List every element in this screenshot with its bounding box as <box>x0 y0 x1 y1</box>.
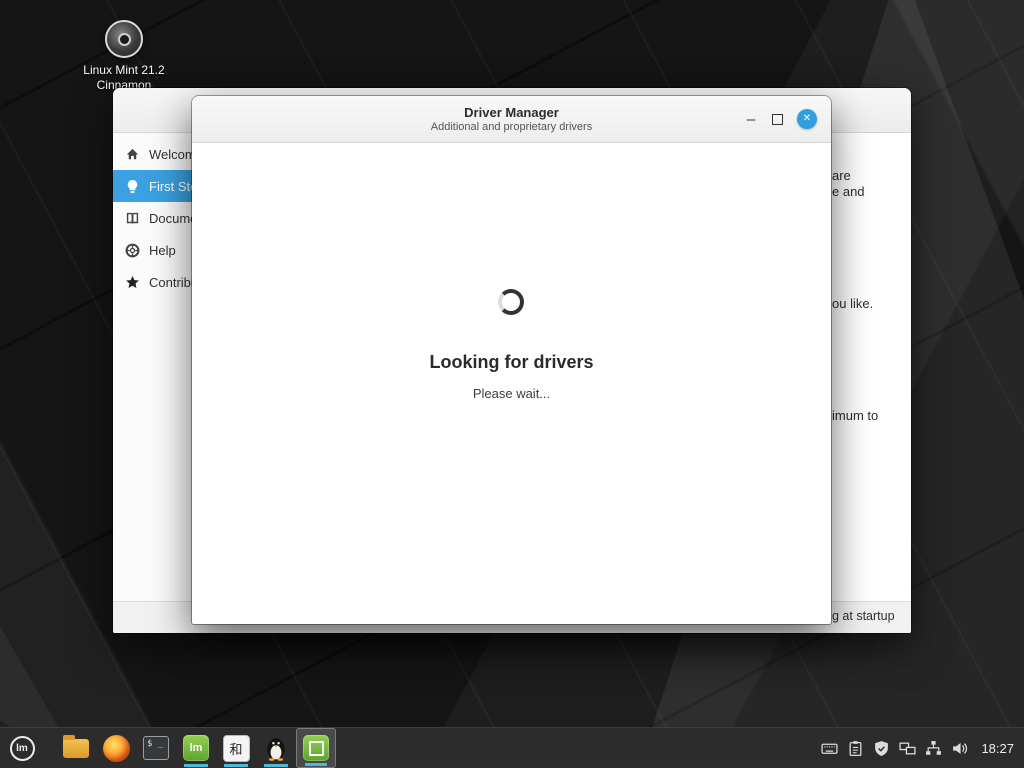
window-button-input-method[interactable]: 和 <box>216 728 256 768</box>
minimize-icon[interactable]: – <box>744 111 758 128</box>
file-manager-launcher[interactable] <box>56 728 96 768</box>
terminal-icon: $ _ <box>143 736 169 760</box>
firefox-launcher[interactable] <box>96 728 136 768</box>
book-icon <box>125 211 140 226</box>
network-tree-icon[interactable] <box>925 740 942 757</box>
mint-welcome-icon: lm <box>183 735 209 761</box>
system-tray: 18:27 <box>821 740 1024 757</box>
status-heading: Looking for drivers <box>192 352 831 373</box>
open-window-indicator <box>184 764 208 767</box>
taskbar: lm $ _ lm 和 <box>0 727 1024 768</box>
lightbulb-icon <box>125 179 140 194</box>
truncated-text: e and <box>832 184 865 199</box>
truncated-text: are <box>832 168 851 183</box>
volume-icon[interactable] <box>951 740 968 757</box>
startup-checkbox-label-truncated: g at startup <box>832 609 895 623</box>
close-icon[interactable]: ✕ <box>797 109 817 129</box>
chip-glyph <box>309 741 324 756</box>
penguin-icon <box>264 735 288 761</box>
open-window-indicator <box>224 764 248 767</box>
window-button-driver-manager[interactable] <box>296 728 336 768</box>
mint-logo-icon: lm <box>10 736 35 761</box>
driver-manager-icon <box>303 735 329 761</box>
star-icon <box>125 275 140 290</box>
window-subtitle: Additional and proprietary drivers <box>431 121 592 134</box>
help-lifering-icon <box>125 243 140 258</box>
loading-spinner <box>498 289 524 315</box>
clock[interactable]: 18:27 <box>981 741 1014 756</box>
terminal-launcher[interactable]: $ _ <box>136 728 176 768</box>
keyboard-layout-icon[interactable] <box>821 740 838 757</box>
driver-manager-headerbar[interactable]: Driver Manager Additional and proprietar… <box>192 96 831 143</box>
firefox-icon <box>103 735 130 762</box>
window-button-xterm[interactable] <box>256 728 296 768</box>
truncated-text: ou like. <box>832 296 873 311</box>
ime-icon: 和 <box>223 735 250 762</box>
open-window-indicator <box>264 764 288 767</box>
sidebar-item-label: Help <box>149 243 176 258</box>
desktop-icon-linux-mint-iso[interactable]: Linux Mint 21.2 Cinnamon <box>68 20 180 93</box>
open-window-indicator <box>305 763 327 766</box>
truncated-text: imum to <box>832 408 878 423</box>
window-button-welcome[interactable]: lm <box>176 728 216 768</box>
driver-manager-window: Driver Manager Additional and proprietar… <box>192 96 831 624</box>
mint-menu-button[interactable]: lm <box>0 728 44 768</box>
desktop-icon-label-line1: Linux Mint 21.2 <box>68 63 180 78</box>
home-icon <box>125 147 140 162</box>
status-message: Please wait... <box>192 386 831 401</box>
maximize-icon[interactable] <box>772 114 783 125</box>
clipboard-icon[interactable] <box>847 740 864 757</box>
window-title: Driver Manager <box>464 105 559 121</box>
shield-updates-icon[interactable] <box>873 740 890 757</box>
cd-disc-icon <box>105 20 143 58</box>
network-icon[interactable] <box>899 740 916 757</box>
folder-icon <box>63 739 89 758</box>
